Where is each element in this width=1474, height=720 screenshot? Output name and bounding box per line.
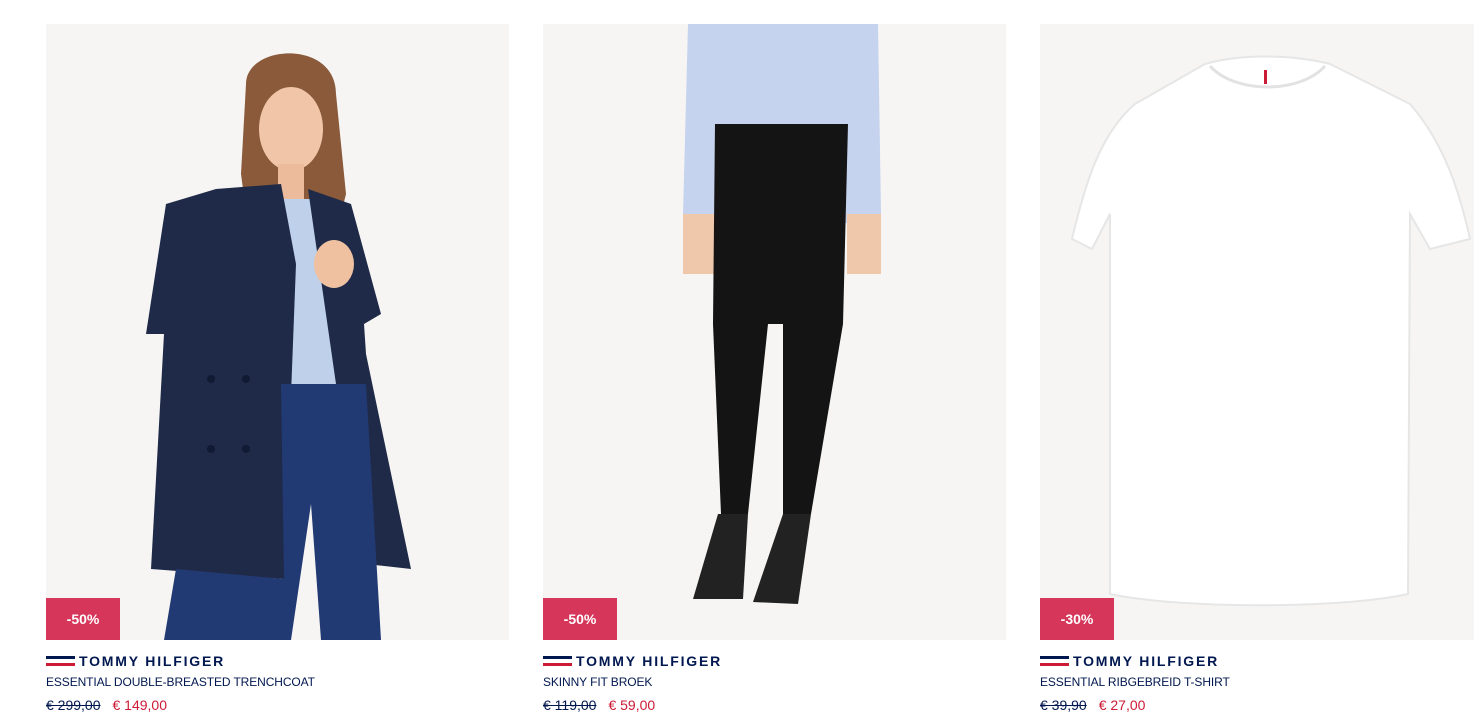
discount-badge: -50% <box>46 598 120 640</box>
product-image[interactable]: -50% <box>46 24 509 640</box>
brand-row: TOMMY HILFIGER <box>46 653 509 669</box>
product-name[interactable]: ESSENTIAL RIBGEBREID T-SHIRT <box>1040 675 1474 689</box>
brand-name: TOMMY HILFIGER <box>1073 653 1220 669</box>
product-name[interactable]: SKINNY FIT BROEK <box>543 675 1006 689</box>
product-card-skinny-broek[interactable]: -50% TOMMY HILFIGER SKINNY FIT BROEK € 1… <box>543 24 1006 720</box>
product-image[interactable]: -50% <box>543 24 1006 640</box>
sale-price: € 59,00 <box>608 697 656 713</box>
white-tshirt-photo-icon <box>1040 24 1474 640</box>
brand-name: TOMMY HILFIGER <box>79 653 226 669</box>
original-price: € 299,00 <box>46 697 101 713</box>
product-card-ribgebreid-tshirt[interactable]: -30% TOMMY HILFIGER ESSENTIAL RIBGEBREID… <box>1040 24 1474 720</box>
tommy-flag-icon <box>1040 655 1069 667</box>
original-price: € 39,90 <box>1040 697 1087 713</box>
skinny-trousers-photo-icon <box>543 24 1006 640</box>
price-row: € 299,00 € 149,00 <box>46 697 509 713</box>
discount-badge: -50% <box>543 598 617 640</box>
tommy-flag-icon <box>46 655 75 667</box>
sale-price: € 27,00 <box>1098 697 1146 713</box>
product-card-trenchcoat[interactable]: -50% TOMMY HILFIGER ESSENTIAL DOUBLE-BRE… <box>46 24 509 720</box>
brand-row: TOMMY HILFIGER <box>1040 653 1474 669</box>
trenchcoat-photo-icon <box>46 24 509 640</box>
sale-price: € 149,00 <box>112 697 168 713</box>
product-name[interactable]: ESSENTIAL DOUBLE-BREASTED TRENCHCOAT <box>46 675 509 689</box>
product-image[interactable]: -30% <box>1040 24 1474 640</box>
price-row: € 119,00 € 59,00 <box>543 697 1006 713</box>
brand-row: TOMMY HILFIGER <box>543 653 1006 669</box>
brand-name: TOMMY HILFIGER <box>576 653 723 669</box>
original-price: € 119,00 <box>543 697 597 713</box>
product-grid: -50% TOMMY HILFIGER ESSENTIAL DOUBLE-BRE… <box>0 0 1474 720</box>
tommy-flag-icon <box>543 655 572 667</box>
discount-badge: -30% <box>1040 598 1114 640</box>
price-row: € 39,90 € 27,00 <box>1040 697 1474 713</box>
